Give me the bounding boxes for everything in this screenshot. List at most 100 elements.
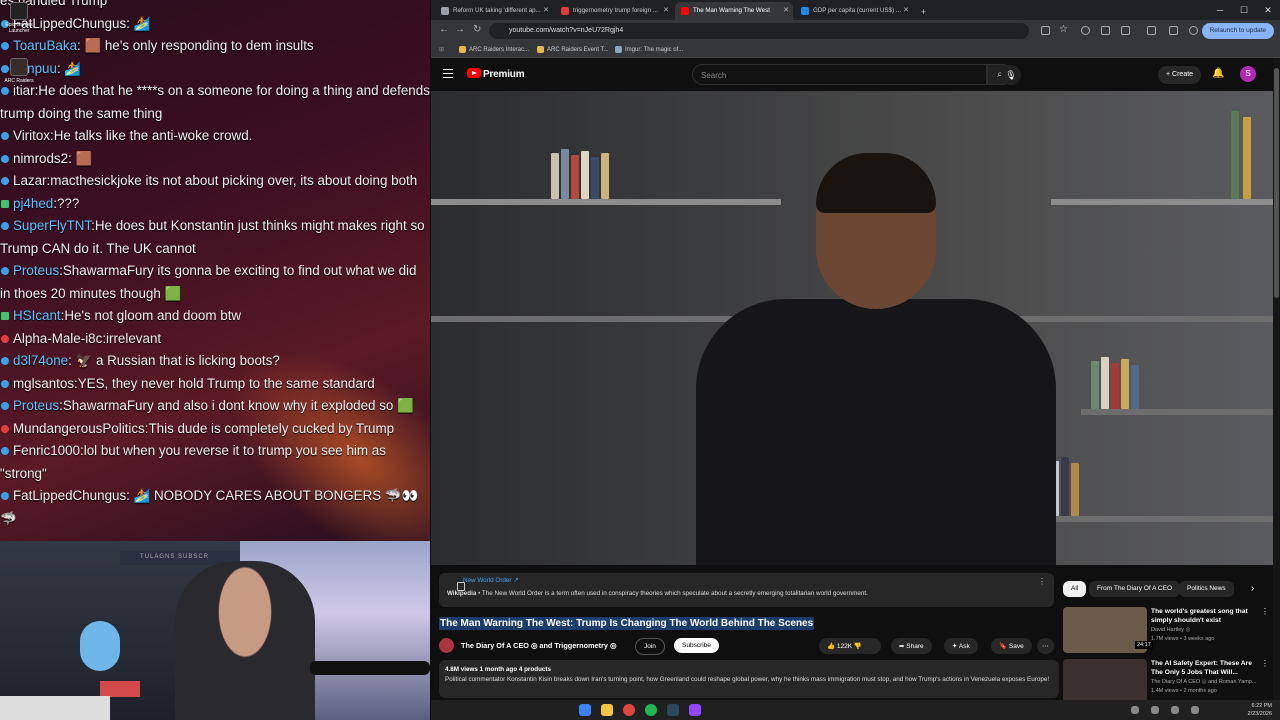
- address-bar[interactable]: youtube.com/watch?v=nJeU72Rgjh4: [489, 23, 1029, 39]
- profile-icon[interactable]: [1189, 26, 1198, 35]
- reload-icon[interactable]: ↻: [473, 24, 481, 35]
- chat-username[interactable]: FatLippedChungus: [13, 488, 126, 503]
- recommended-video[interactable]: The AI Safety Expert: These Are The Only…: [1063, 659, 1273, 705]
- tab-triggernometry[interactable]: triggernometry trump foreign ... ✕: [555, 2, 673, 20]
- ask-button[interactable]: ✦ Ask: [944, 638, 978, 654]
- chat-username[interactable]: HSIcant: [13, 308, 61, 323]
- chat-username[interactable]: SuperFlyTNT: [13, 218, 91, 233]
- chat-username[interactable]: mglsantos: [13, 376, 74, 391]
- channel-name[interactable]: The Diary Of A CEO ◎ and Triggernometry …: [461, 641, 616, 650]
- network-icon[interactable]: [1191, 706, 1199, 714]
- clock[interactable]: 6:22 PM 2/23/2026: [1248, 702, 1272, 718]
- notifications-bell-icon[interactable]: 🔔: [1212, 68, 1224, 79]
- chip-diary-of-a-ceo[interactable]: From The Diary Of A CEO: [1089, 581, 1181, 597]
- rec-title[interactable]: The AI Safety Expert: These Are The Only…: [1151, 659, 1261, 677]
- chat-username[interactable]: pj4hed: [13, 196, 53, 211]
- more-options-icon[interactable]: ⋮: [1261, 659, 1269, 668]
- menu-icon[interactable]: [443, 69, 453, 78]
- new-tab-button[interactable]: +: [915, 2, 935, 20]
- star-icon[interactable]: ☆: [1059, 24, 1068, 35]
- extension-icon[interactable]: [1081, 26, 1090, 35]
- more-actions-icon[interactable]: ⋯: [1037, 638, 1054, 654]
- chrome-icon[interactable]: [623, 704, 635, 716]
- extensions-icon[interactable]: [1121, 26, 1130, 35]
- download-icon[interactable]: [1169, 26, 1178, 35]
- create-button[interactable]: + Create: [1158, 66, 1202, 84]
- close-icon[interactable]: ✕: [783, 6, 789, 14]
- bookmark-item[interactable]: Imgur: The magic of...: [615, 46, 683, 53]
- share-button[interactable]: ➦ Share: [891, 638, 932, 654]
- video-thumbnail[interactable]: [1063, 659, 1147, 705]
- more-options-icon[interactable]: ⋮: [1038, 577, 1046, 586]
- tab-man-warning-west[interactable]: The Man Warning The West ✕: [675, 2, 793, 20]
- info-topic[interactable]: New World Order ↗: [447, 577, 1046, 591]
- video-player[interactable]: [431, 91, 1273, 565]
- close-icon[interactable]: ✕: [903, 6, 909, 14]
- tab-reform-uk[interactable]: Reform UK taking 'different ap... ✕: [435, 2, 553, 20]
- chat-username[interactable]: Proteus: [13, 398, 59, 413]
- user-badge-icon: [1, 154, 9, 163]
- bookmark-item[interactable]: ARC Raiders Event T...: [537, 46, 609, 53]
- extension-icon[interactable]: [1101, 26, 1110, 35]
- close-icon[interactable]: ✕: [543, 6, 549, 14]
- info-panel[interactable]: New World Order ↗ Wikipedia • The New Wo…: [439, 573, 1054, 607]
- save-button[interactable]: 🔖 Save: [991, 638, 1032, 654]
- subscribe-button[interactable]: Subscribe: [674, 638, 719, 653]
- chat-username[interactable]: MundangerousPolitics: [13, 421, 145, 436]
- description-box[interactable]: 4.8M views 1 month ago 4 products Politi…: [439, 660, 1059, 698]
- back-icon[interactable]: ←: [439, 24, 449, 35]
- rec-title[interactable]: The world's greatest song that simply sh…: [1151, 607, 1261, 625]
- side-panel-icon[interactable]: [1147, 26, 1156, 35]
- tray-icon[interactable]: [1151, 706, 1159, 714]
- avatar[interactable]: S: [1240, 66, 1256, 82]
- scrollbar[interactable]: [1273, 58, 1280, 700]
- chip-all[interactable]: All: [1063, 581, 1087, 597]
- youtube-logo[interactable]: Premium: [467, 68, 525, 80]
- chat-username[interactable]: Fenric1000: [13, 443, 80, 458]
- forward-icon[interactable]: →: [455, 24, 465, 35]
- tab-strip: Reform UK taking 'different ap... ✕ trigg…: [431, 0, 1280, 20]
- relaunch-button[interactable]: Relaunch to update: [1201, 23, 1274, 39]
- steam-icon[interactable]: [667, 704, 679, 716]
- cast-icon[interactable]: [1041, 26, 1050, 35]
- apps-icon[interactable]: ⊞: [439, 46, 444, 53]
- bookmark-item[interactable]: ARC Raiders Interac...: [459, 46, 529, 53]
- rec-channel[interactable]: The Diary Of A CEO ◎ and Roman Yamp...: [1151, 679, 1256, 685]
- chat-username[interactable]: nimrods2: [13, 151, 68, 166]
- user-badge-icon: [1, 132, 9, 141]
- tab-gdp-per-capita[interactable]: GDP per capita (current US$) ... ✕: [795, 2, 913, 20]
- thumbs-down-icon[interactable]: 👎: [854, 643, 862, 650]
- channel-avatar[interactable]: [439, 638, 454, 653]
- search-input[interactable]: Search: [692, 64, 987, 85]
- join-button[interactable]: Join: [635, 638, 665, 655]
- maximize-icon[interactable]: ☐: [1232, 0, 1256, 20]
- chevron-right-icon[interactable]: ›: [1251, 583, 1254, 594]
- chat-username[interactable]: Proteus: [13, 263, 59, 278]
- chat-username[interactable]: Alpha-Male-i8c: [13, 331, 102, 346]
- tab-favicon: [681, 7, 689, 15]
- like-button[interactable]: 👍 122K 👎: [819, 638, 881, 654]
- info-body: • The New World Order is a term often us…: [476, 590, 868, 597]
- spotify-icon[interactable]: [645, 704, 657, 716]
- chat-username[interactable]: d3l74one: [13, 353, 68, 368]
- close-window-icon[interactable]: ✕: [1256, 0, 1280, 20]
- obs-icon[interactable]: [689, 704, 701, 716]
- minimize-icon[interactable]: ─: [1208, 0, 1232, 20]
- more-options-icon[interactable]: ⋮: [1261, 607, 1269, 616]
- chip-politics-news[interactable]: Politics News: [1179, 581, 1234, 597]
- file-explorer-icon[interactable]: [601, 704, 613, 716]
- microphone-icon[interactable]: 🎙: [1001, 65, 1021, 85]
- recommended-video[interactable]: 24:17 The world's greatest song that sim…: [1063, 607, 1273, 653]
- scrollbar-thumb[interactable]: [1274, 68, 1279, 298]
- chat-username[interactable]: Lazar: [13, 173, 47, 188]
- rec-channel[interactable]: David Hartley ◎: [1151, 627, 1190, 633]
- rec-meta: 1.4M views • 2 months ago: [1151, 688, 1217, 694]
- tray-icon[interactable]: [1131, 706, 1139, 714]
- volume-icon[interactable]: [1171, 706, 1179, 714]
- arc-raiders-icon[interactable]: ARC Raiders: [2, 58, 36, 84]
- epic-games-icon[interactable]: Epic Games Launcher: [2, 2, 36, 34]
- document-icon: [457, 582, 465, 591]
- close-icon[interactable]: ✕: [663, 6, 669, 14]
- chat-username[interactable]: Viritox: [13, 128, 50, 143]
- windows-start-icon[interactable]: [579, 704, 591, 716]
